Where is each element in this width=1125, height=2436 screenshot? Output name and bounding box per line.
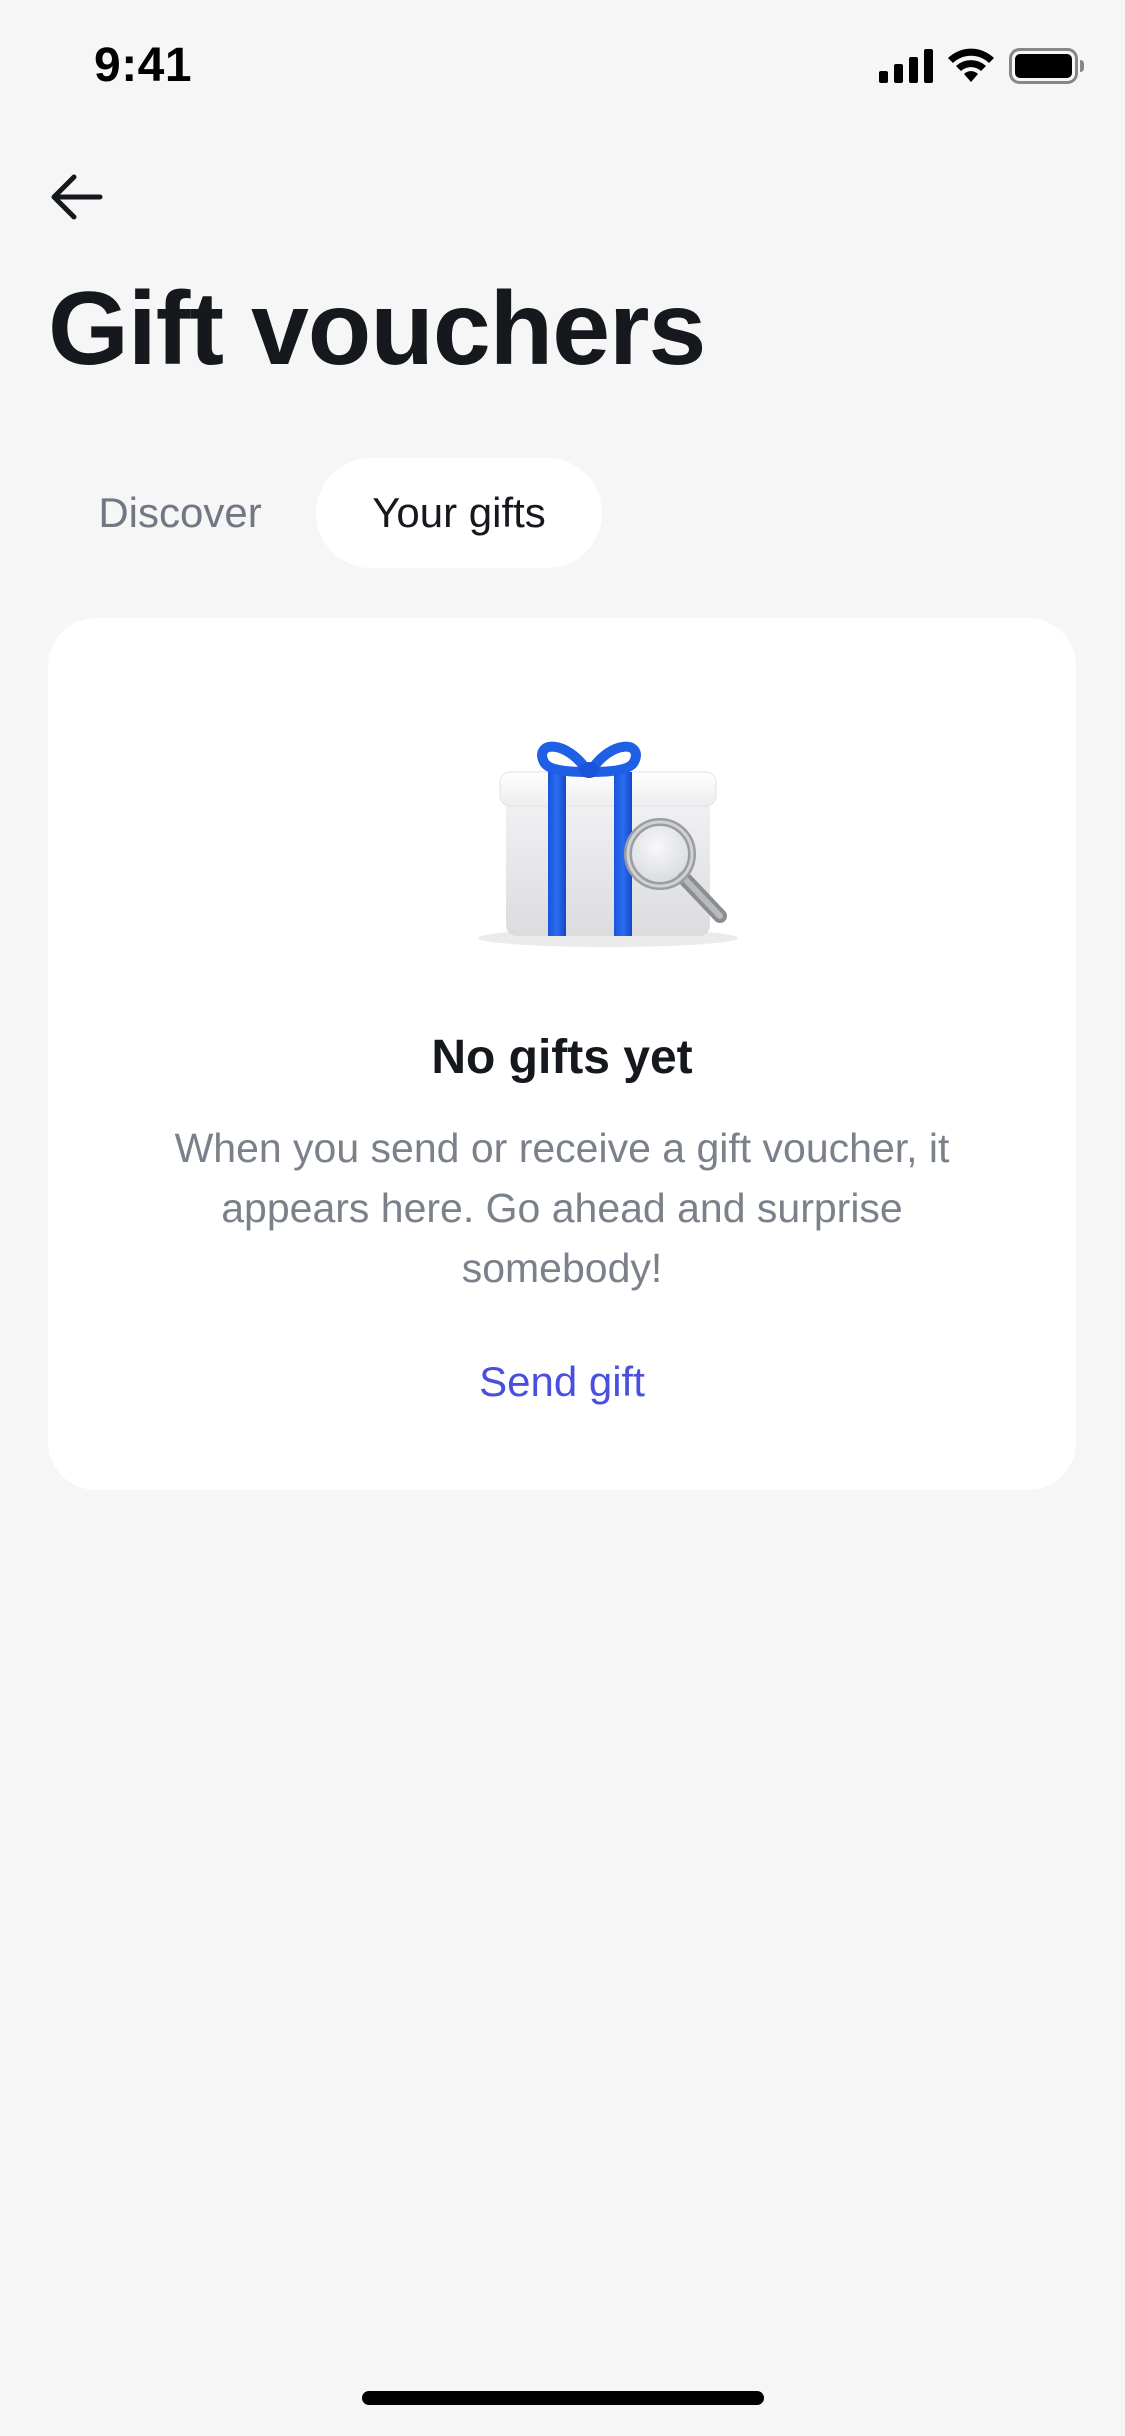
status-time: 9:41 (94, 39, 193, 92)
send-gift-container: Send gift (48, 1358, 1076, 1406)
tab-your-gifts[interactable]: Your gifts (316, 458, 602, 568)
send-gift-button[interactable]: Send gift (479, 1358, 645, 1405)
home-indicator[interactable] (362, 2391, 764, 2405)
status-icons (879, 48, 1085, 84)
battery-icon (1009, 48, 1084, 84)
back-button[interactable] (44, 165, 108, 229)
status-bar: 9:41 (0, 0, 1125, 140)
gift-box-magnifier-icon (478, 741, 738, 947)
empty-state-card: No gifts yet When you send or receive a … (48, 618, 1076, 1490)
tab-bar: Discover Your gifts (48, 458, 602, 568)
wifi-icon (948, 48, 994, 82)
empty-state-description: When you send or receive a gift voucher,… (174, 1125, 950, 1291)
tab-discover[interactable]: Discover (48, 458, 312, 568)
empty-state-title: No gifts yet (431, 1031, 693, 1084)
page-title: Gift vouchers (48, 271, 706, 387)
cellular-signal-icon (879, 49, 933, 83)
arrow-left-icon (51, 174, 103, 220)
